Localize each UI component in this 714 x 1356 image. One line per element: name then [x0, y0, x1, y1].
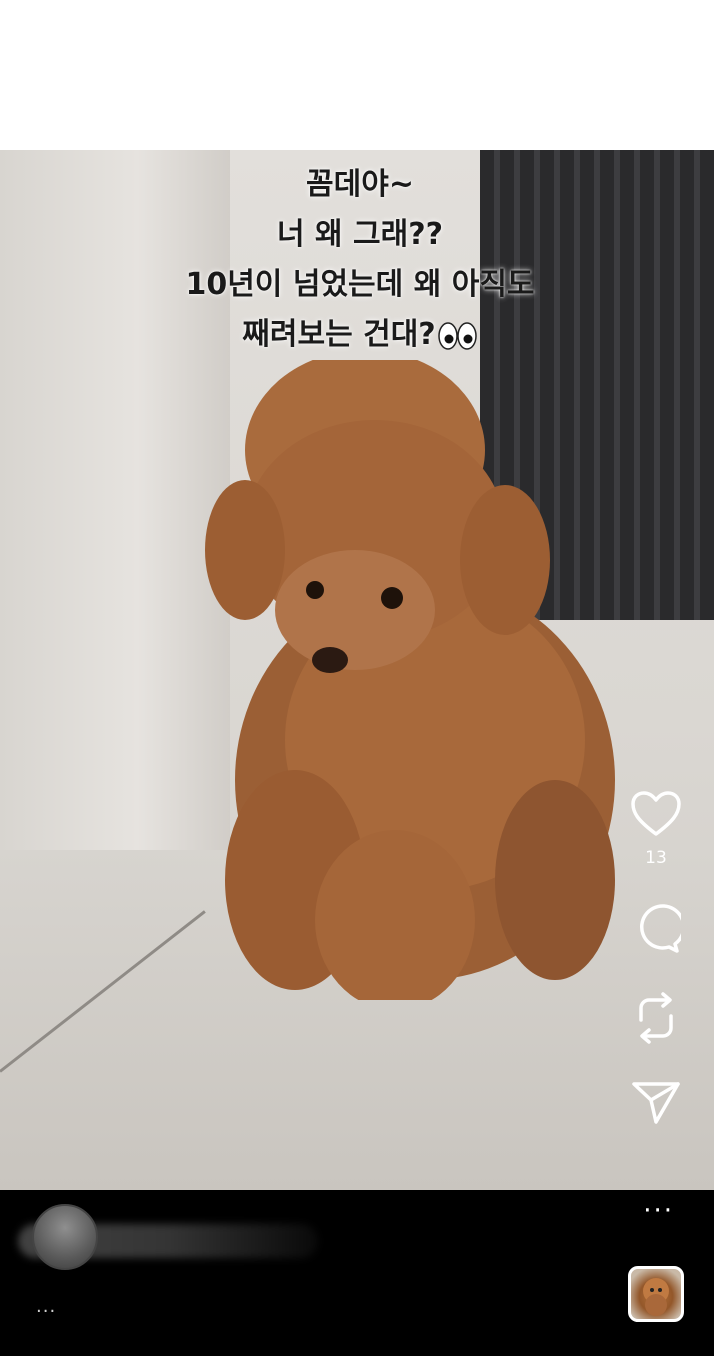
avatar[interactable] [32, 1204, 98, 1270]
caption-line-2: 너 왜 그래?? [276, 217, 444, 252]
audio-dog-thumbnail-icon [643, 1278, 669, 1316]
caption-more-button[interactable]: ... [36, 1296, 56, 1317]
repost-button[interactable] [633, 990, 679, 1046]
story-caption: 꼼데야~ 너 왜 그래?? 10년이 넘었는데 왜 아직도 째려보는 건대? [80, 160, 640, 360]
heart-icon [631, 791, 681, 836]
like-button[interactable]: 13 [630, 790, 682, 868]
caption-line-3: 10년이 넘었는데 왜 아직도 [185, 267, 535, 302]
repost-arrows-icon [639, 992, 673, 1044]
caption-line-4: 째려보는 건대? [80, 310, 640, 360]
like-count: 13 [645, 848, 667, 868]
caption-line-1: 꼼데야~ [306, 167, 414, 202]
audio-thumbnail[interactable] [628, 1266, 684, 1322]
reel-viewer: 꼼데야~ 너 왜 그래?? 10년이 넘었는데 왜 아직도 째려보는 건대? 1… [0, 150, 714, 1356]
reel-photo[interactable]: 꼼데야~ 너 왜 그래?? 10년이 넘었는데 왜 아직도 째려보는 건대? 1… [0, 150, 714, 1190]
share-button[interactable] [631, 1080, 681, 1126]
top-whitespace [0, 0, 714, 150]
comment-bubble-icon [640, 904, 681, 953]
more-options-button[interactable]: ··· [643, 1198, 674, 1224]
caption-line-4-text: 째려보는 건대? [242, 317, 436, 352]
comment-button[interactable] [631, 904, 681, 954]
send-paper-plane-icon [632, 1082, 680, 1124]
action-column: 13 [616, 790, 696, 1126]
eyes-icon [437, 321, 477, 350]
poodle-image [205, 360, 615, 1000]
reel-footer: ··· ... [0, 1190, 714, 1356]
